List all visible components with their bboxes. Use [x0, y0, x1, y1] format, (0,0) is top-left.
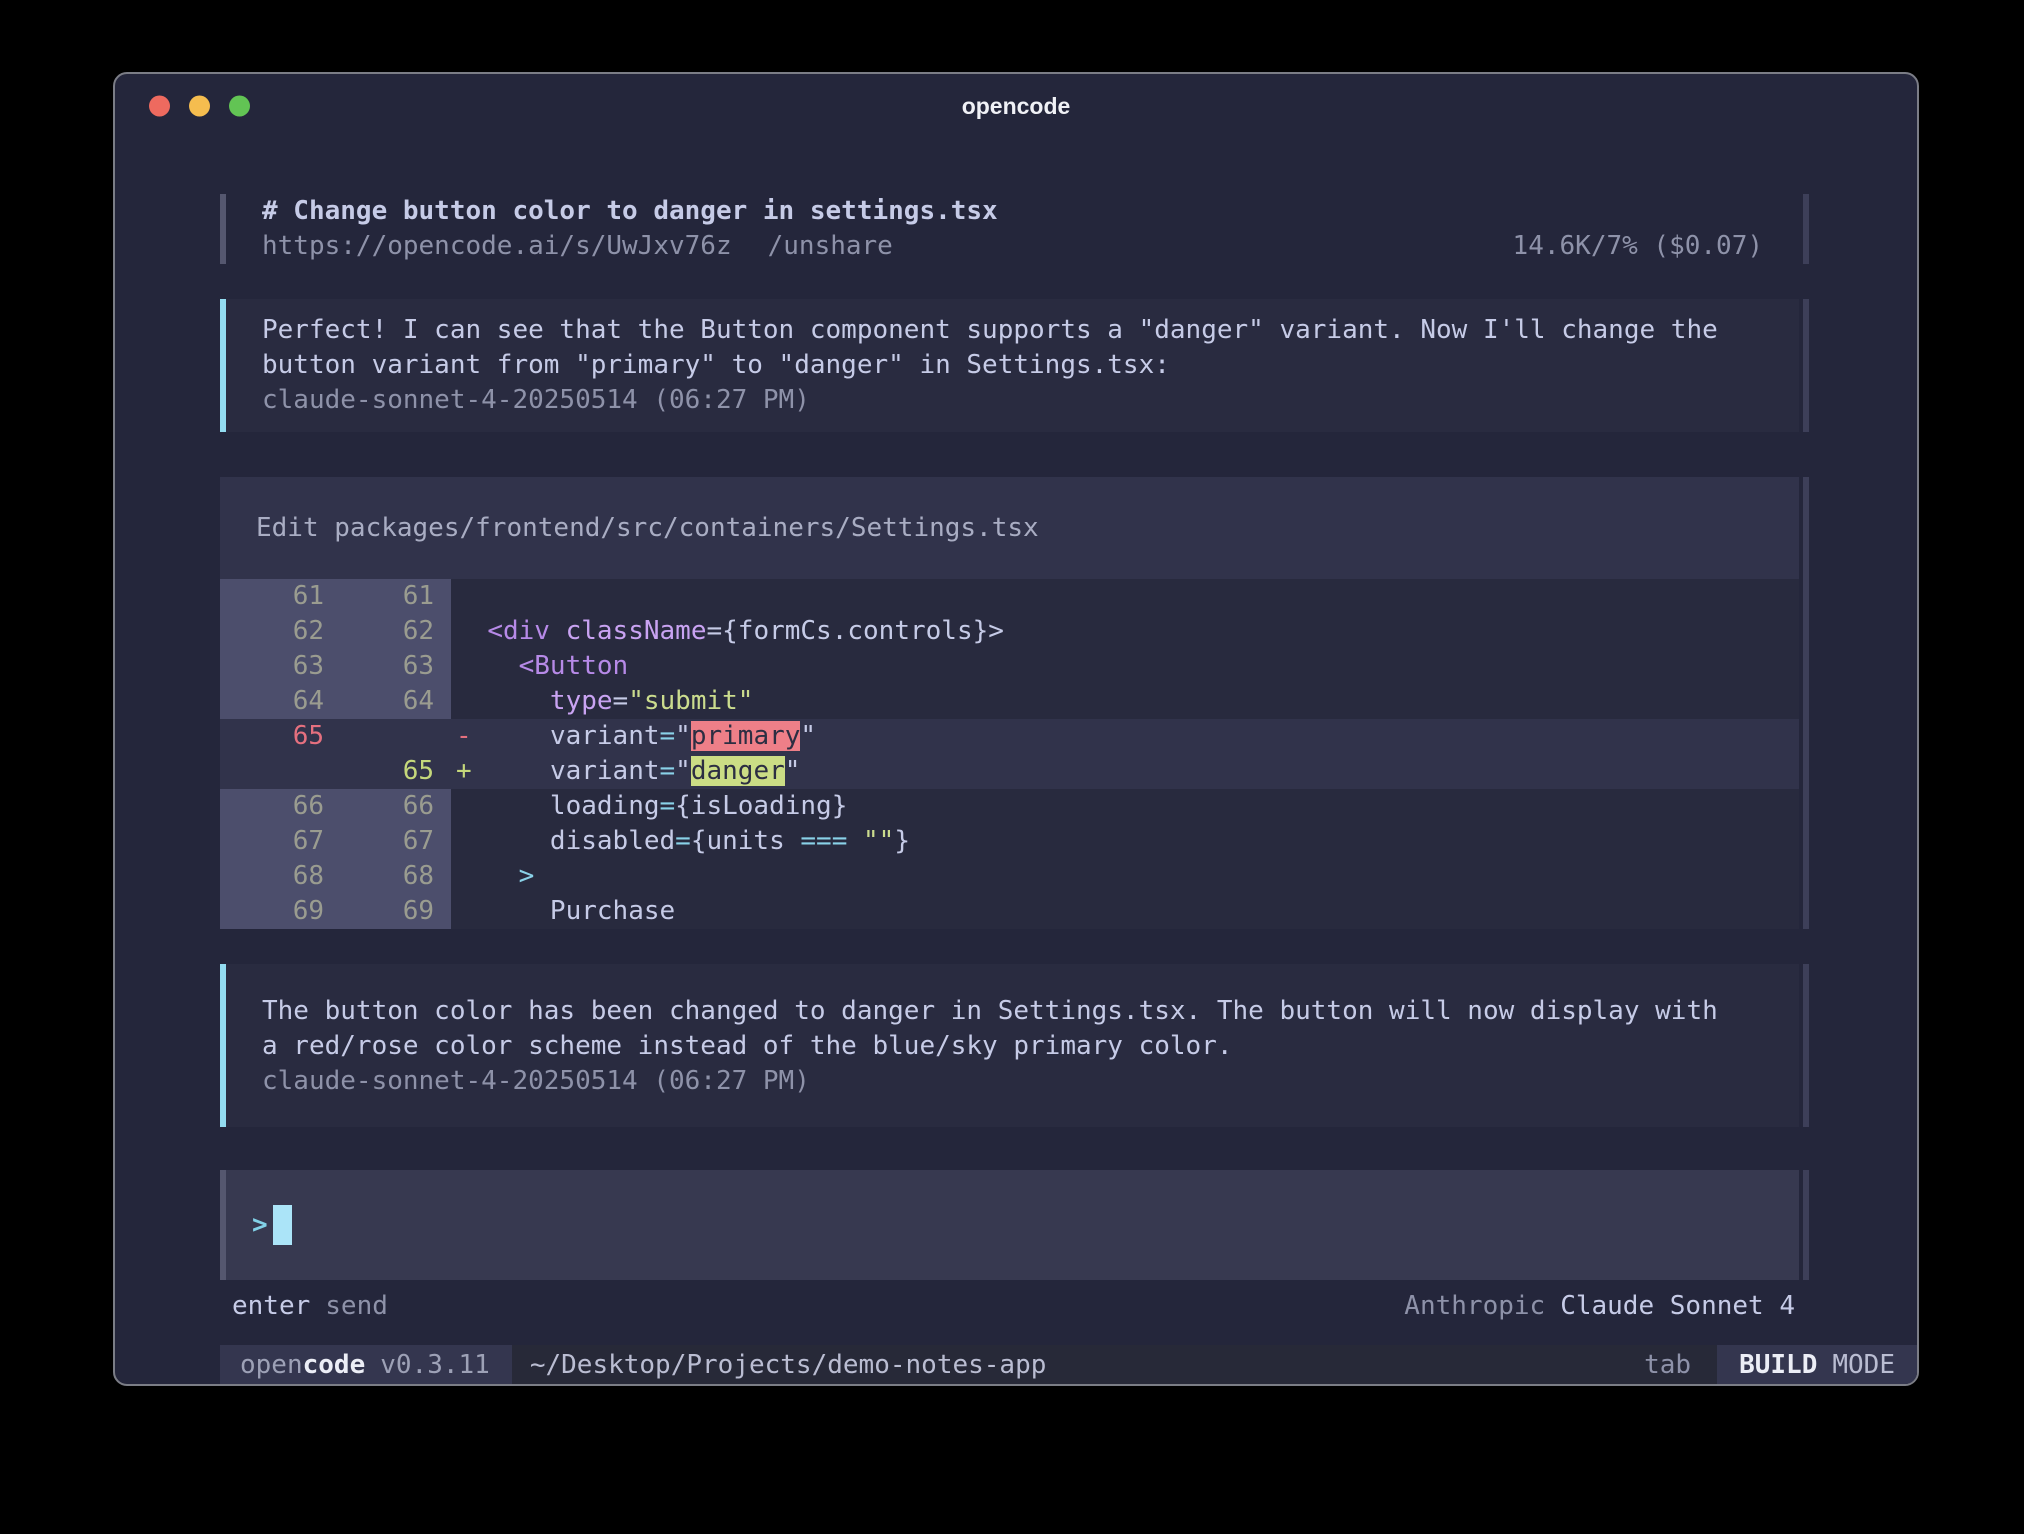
diff-row: 6161: [220, 579, 1799, 614]
close-button[interactable]: [149, 96, 170, 117]
zoom-button[interactable]: [229, 96, 250, 117]
mode-segment: BUILD MODE: [1717, 1345, 1917, 1384]
unshare-command: /unshare: [768, 229, 893, 264]
diff-old-line-number: 66: [220, 789, 341, 824]
diff-row: 6666 loading={isLoading}: [220, 789, 1799, 824]
diff-old-line-number: 69: [220, 894, 341, 929]
message-right-bar: [1803, 299, 1809, 432]
diff-code-line: <div className={formCs.controls}>: [451, 614, 1799, 649]
diff-new-line-number: 66: [341, 789, 451, 824]
diff-new-line-number: 64: [341, 684, 451, 719]
enter-key-hint: enter: [232, 1290, 310, 1323]
prompt-block: >: [220, 1170, 1809, 1280]
main-content: # Change button color to danger in setti…: [115, 138, 1917, 1384]
diff-row: 6464 type="submit": [220, 684, 1799, 719]
message-text: Perfect! I can see that the Button compo…: [262, 313, 1763, 383]
app-name-open: open: [240, 1350, 303, 1380]
diff-row: 65 - variant="primary": [220, 719, 1799, 754]
diff-row: 6767 disabled={units === ""}: [220, 824, 1799, 859]
diff-old-line-number: 62: [220, 614, 341, 649]
provider-name: Anthropic: [1404, 1290, 1545, 1323]
token-usage: 14.6K/7% ($0.07): [1513, 229, 1763, 264]
minimize-button[interactable]: [189, 96, 210, 117]
assistant-message: Perfect! I can see that the Button compo…: [220, 299, 1809, 432]
edit-right-bar: [1803, 477, 1809, 929]
message-line: a red/rose color scheme instead of the b…: [262, 1029, 1763, 1064]
prompt-caret: >: [252, 1210, 268, 1240]
diff-row: 6363 <Button: [220, 649, 1799, 684]
diff-code-line: disabled={units === ""}: [451, 824, 1799, 859]
edit-file-header: Edit packages/frontend/src/containers/Se…: [220, 477, 1799, 579]
edit-tool-block: Edit packages/frontend/src/containers/Se…: [220, 477, 1809, 929]
diff-new-line-number: 62: [341, 614, 451, 649]
message-meta: claude-sonnet-4-20250514 (06:27 PM): [262, 1064, 1763, 1099]
mode-label: MODE: [1832, 1350, 1895, 1380]
diff-code-line: + variant="danger": [451, 754, 1799, 789]
diff-old-line-number: 61: [220, 579, 341, 614]
status-bar: opencode v0.3.11 ~/Desktop/Projects/demo-…: [220, 1345, 1917, 1384]
prompt-right-bar: [1803, 1170, 1809, 1280]
diff-new-line-number: 65: [341, 754, 451, 789]
traffic-lights: [149, 96, 250, 117]
diff-code-line: loading={isLoading}: [451, 789, 1799, 824]
app-version: v0.3.11: [380, 1350, 490, 1380]
diff-old-line-number: 64: [220, 684, 341, 719]
diff-row: 65+ variant="danger": [220, 754, 1799, 789]
diff-new-line-number: 69: [341, 894, 451, 929]
diff-old-line-number: [220, 754, 341, 789]
diff-new-line-number: 68: [341, 859, 451, 894]
diff-new-line-number: 67: [341, 824, 451, 859]
diff-new-line-number: 61: [341, 579, 451, 614]
session-title: # Change button color to danger in setti…: [262, 194, 1763, 229]
diff-old-line-number: 63: [220, 649, 341, 684]
diff-code-line: >: [451, 859, 1799, 894]
mode-name: BUILD: [1739, 1350, 1817, 1380]
diff-new-line-number: 63: [341, 649, 451, 684]
message-line: The button color has been changed to dan…: [262, 994, 1763, 1029]
window-title: opencode: [962, 93, 1071, 120]
session-header: # Change button color to danger in setti…: [220, 194, 1809, 264]
diff-old-line-number: 68: [220, 859, 341, 894]
text-cursor: [273, 1205, 292, 1245]
message-line: button variant from "primary" to "danger…: [262, 348, 1763, 383]
diff-old-line-number: 67: [220, 824, 341, 859]
diff-code-line: Purchase: [451, 894, 1799, 929]
title-bar: opencode: [115, 74, 1917, 138]
tab-key-hint[interactable]: tab: [1644, 1350, 1691, 1380]
diff-old-line-number: 65: [220, 719, 341, 754]
diff-code-line: <Button: [451, 649, 1799, 684]
diff-table: 61616262 <div className={formCs.controls…: [220, 579, 1799, 929]
message-text: The button color has been changed to dan…: [262, 994, 1763, 1064]
opencode-window: opencode # Change button color to danger…: [113, 72, 1919, 1386]
assistant-message: The button color has been changed to dan…: [220, 964, 1809, 1127]
message-line: Perfect! I can see that the Button compo…: [262, 313, 1763, 348]
send-hint: send: [325, 1290, 388, 1323]
message-right-bar: [1803, 964, 1809, 1127]
diff-row: 6868 >: [220, 859, 1799, 894]
diff-code-line: - variant="primary": [451, 719, 1799, 754]
prompt-input[interactable]: >: [226, 1170, 1799, 1280]
message-meta: claude-sonnet-4-20250514 (06:27 PM): [262, 383, 1763, 418]
diff-code-line: type="submit": [451, 684, 1799, 719]
working-directory: ~/Desktop/Projects/demo-notes-app: [530, 1350, 1047, 1380]
diff-code-line: [451, 579, 1799, 614]
share-url[interactable]: https://opencode.ai/s/UwJxv76z: [262, 229, 732, 264]
app-name-code: code: [303, 1350, 366, 1380]
diff-new-line-number: [341, 719, 451, 754]
diff-row: 6262 <div className={formCs.controls}>: [220, 614, 1799, 649]
model-name: Claude Sonnet 4: [1560, 1290, 1795, 1323]
app-version-segment: opencode v0.3.11: [220, 1345, 512, 1384]
hints-row: enter send Anthropic Claude Sonnet 4: [220, 1290, 1809, 1323]
header-right-bar: [1803, 194, 1809, 264]
diff-row: 6969 Purchase: [220, 894, 1799, 929]
